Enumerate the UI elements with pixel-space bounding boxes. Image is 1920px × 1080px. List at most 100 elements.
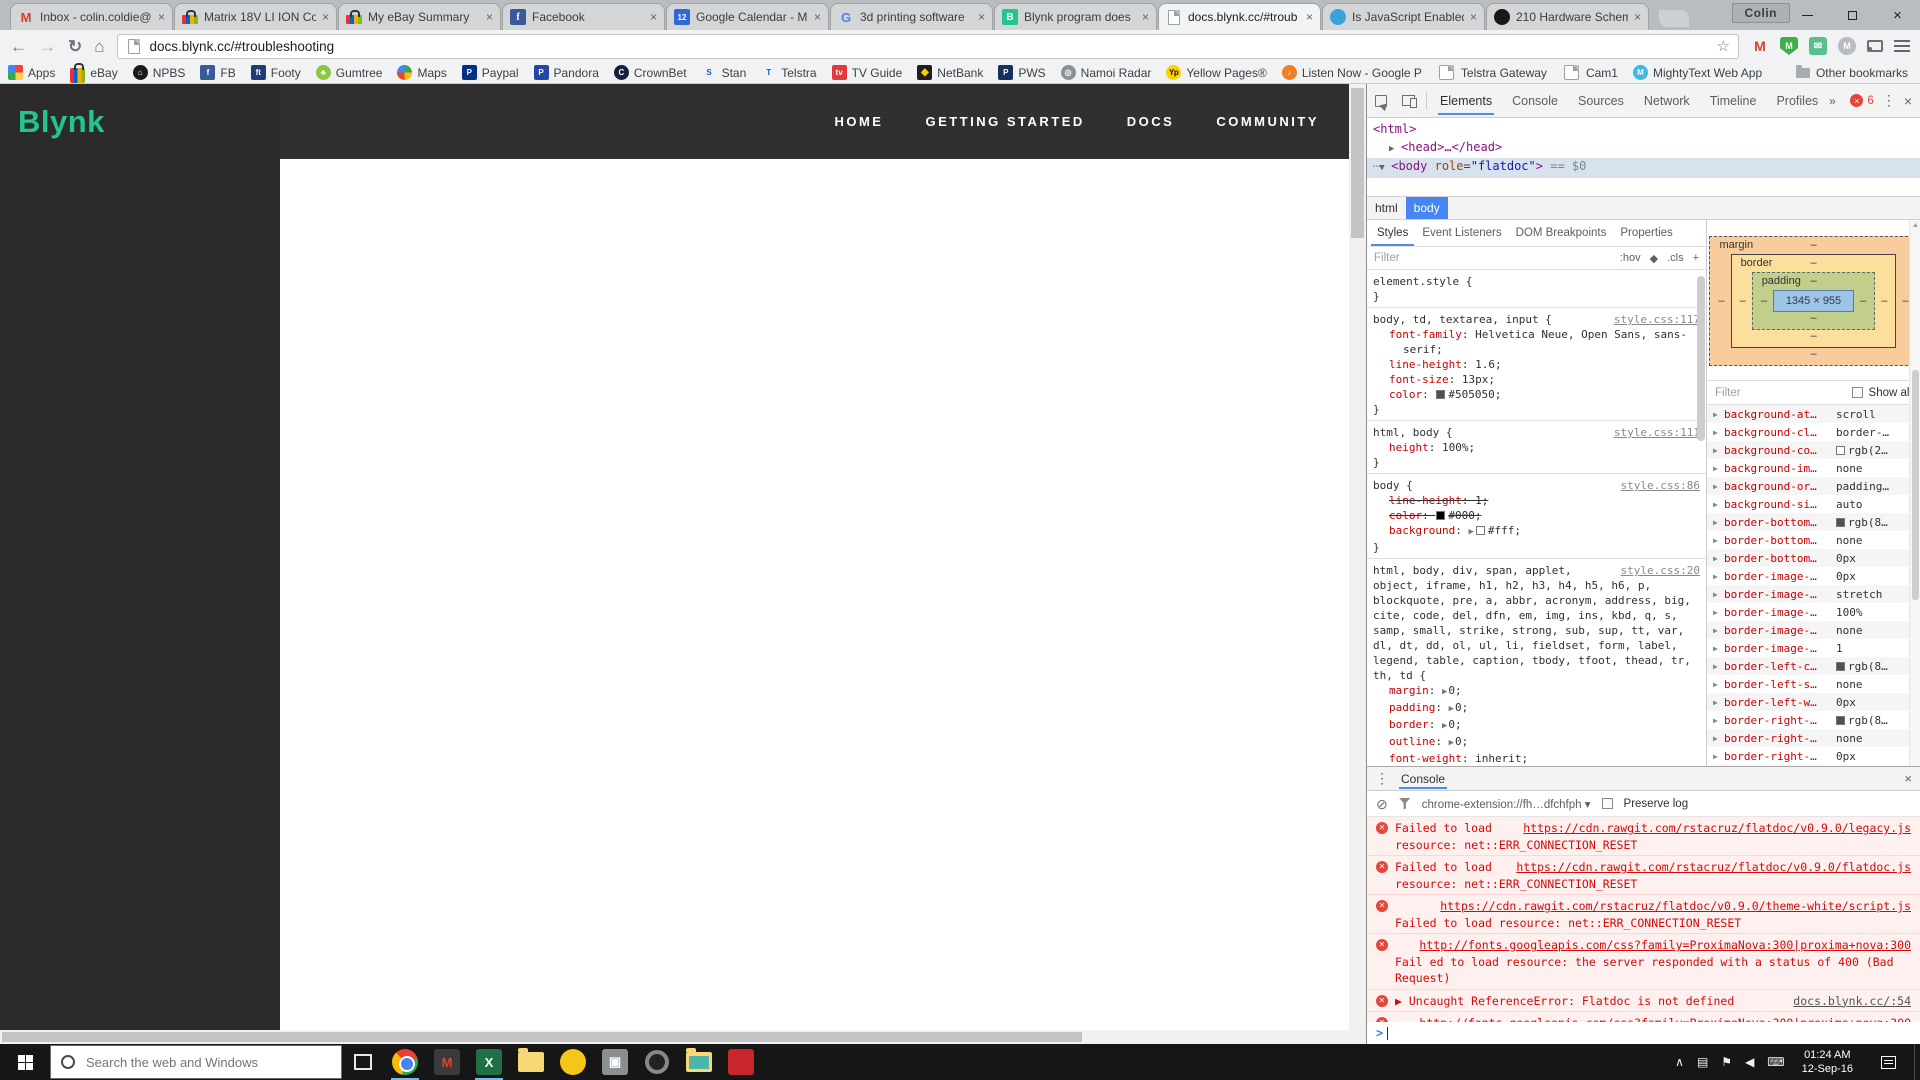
bookmark-item[interactable]: T Telstra bbox=[761, 65, 816, 80]
breadcrumb-item[interactable]: body bbox=[1406, 197, 1448, 219]
browser-tab[interactable]: 12 Google Calendar - M × bbox=[666, 3, 829, 30]
computed-property-row[interactable]: ▶ border-right-… rgb(8… bbox=[1707, 711, 1909, 729]
expand-arrow-icon[interactable]: ▶ bbox=[1713, 572, 1724, 581]
bookmark-item[interactable]: ♣ Gumtree bbox=[316, 65, 383, 80]
site-nav-link[interactable]: COMMUNITY bbox=[1216, 114, 1319, 129]
devtools-tab[interactable]: Console bbox=[1510, 86, 1560, 115]
computed-scrollbar[interactable]: ▲ bbox=[1909, 220, 1920, 766]
css-rule[interactable]: style.css:86body { line-height: 1; color… bbox=[1367, 474, 1706, 559]
shield-extension-icon[interactable]: M bbox=[1780, 37, 1798, 55]
mightytext-extension-icon[interactable]: M bbox=[1838, 37, 1856, 55]
console-source-link[interactable]: https://cdn.rawgit.com/rstacruz/flatdoc/… bbox=[1516, 859, 1911, 876]
computed-property-row[interactable]: ▶ border-image-… none bbox=[1707, 621, 1909, 639]
computed-property-row[interactable]: ▶ background-cl… border-… bbox=[1707, 423, 1909, 441]
expand-arrow-icon[interactable]: ▶ bbox=[1713, 446, 1724, 455]
new-tab-button[interactable] bbox=[1659, 10, 1689, 27]
computed-property-row[interactable]: ▶ border-left-s… none bbox=[1707, 675, 1909, 693]
filter-icon[interactable] bbox=[1399, 798, 1411, 810]
computed-property-row[interactable]: ▶ border-bottom… 0px bbox=[1707, 549, 1909, 567]
address-bar[interactable]: docs.blynk.cc/#troubleshooting ☆ bbox=[117, 34, 1739, 59]
expand-arrow-icon[interactable]: ▶ bbox=[1713, 680, 1724, 689]
computed-property-row[interactable]: ▶ background-co… rgb(2… bbox=[1707, 441, 1909, 459]
scrollbar-thumb[interactable] bbox=[2, 1032, 1082, 1042]
expand-arrow-icon[interactable]: ▶ bbox=[1713, 482, 1724, 491]
reload-button[interactable]: ↻ bbox=[68, 38, 82, 55]
mail-extension-icon[interactable]: ✉ bbox=[1809, 37, 1827, 55]
computed-property-row[interactable]: ▶ border-image-… stretch bbox=[1707, 585, 1909, 603]
console-error-row[interactable]: ✕ http://fonts.googleapis.com/css?family… bbox=[1367, 934, 1920, 990]
page-vertical-scrollbar[interactable] bbox=[1349, 84, 1366, 1030]
bookmark-item[interactable]: Cam1 bbox=[1562, 65, 1618, 80]
bookmark-item[interactable]: ♪ Listen Now - Google P bbox=[1282, 65, 1422, 80]
bookmark-item[interactable]: Yp Yellow Pages® bbox=[1166, 65, 1266, 80]
site-nav-link[interactable]: HOME bbox=[834, 114, 883, 129]
bookmark-item[interactable]: ◆ NetBank bbox=[917, 65, 983, 80]
tab-close-icon[interactable]: × bbox=[322, 11, 329, 23]
css-property-line[interactable]: margin: ▶0; bbox=[1373, 683, 1700, 700]
devtools-tab[interactable]: Timeline bbox=[1708, 86, 1759, 115]
bookmark-item[interactable]: ⌂ NPBS bbox=[133, 65, 186, 80]
computed-property-row[interactable]: ▶ border-image-… 100% bbox=[1707, 603, 1909, 621]
color-swatch[interactable] bbox=[1476, 526, 1485, 535]
taskbar-app-button[interactable] bbox=[636, 1044, 678, 1080]
expand-arrow-icon[interactable]: ▶ bbox=[1713, 410, 1724, 419]
computed-property-row[interactable]: ▶ border-image-… 0px bbox=[1707, 567, 1909, 585]
clear-console-icon[interactable]: ⊘ bbox=[1376, 797, 1388, 811]
bookmark-item[interactable]: Telstra Gateway bbox=[1437, 65, 1547, 80]
browser-tab[interactable]: My eBay Summary × bbox=[338, 3, 501, 30]
css-property-line[interactable]: line-height: 1; bbox=[1373, 493, 1700, 508]
site-logo[interactable]: Blynk bbox=[18, 104, 105, 140]
gmail-extension-icon[interactable]: M bbox=[1751, 37, 1769, 55]
computed-property-row[interactable]: ▶ border-bottom… none bbox=[1707, 531, 1909, 549]
scrollbar-thumb[interactable] bbox=[1351, 88, 1364, 238]
css-property-line[interactable]: color: #000; bbox=[1373, 508, 1700, 523]
new-rule-button[interactable]: + bbox=[1693, 252, 1699, 264]
bookmark-item[interactable]: S Stan bbox=[702, 65, 747, 80]
bookmark-item[interactable]: P Paypal bbox=[462, 65, 519, 80]
expand-arrow-icon[interactable]: ▶ bbox=[1389, 141, 1401, 159]
styles-sidebar-tab[interactable]: Styles bbox=[1371, 220, 1414, 246]
devtools-tab[interactable]: Elements bbox=[1438, 86, 1494, 115]
browser-tab[interactable]: Matrix 18V LI ION Co × bbox=[174, 3, 337, 30]
browser-tab[interactable]: B Blynk program does × bbox=[994, 3, 1157, 30]
stylesheet-link[interactable]: style.css:117 bbox=[1614, 312, 1700, 327]
color-swatch[interactable] bbox=[1436, 390, 1445, 399]
tab-close-icon[interactable]: × bbox=[158, 11, 165, 23]
styles-filter-input[interactable]: Filter bbox=[1374, 252, 1611, 264]
box-model-content[interactable]: 1345 × 955 bbox=[1773, 290, 1854, 312]
devtools-tab[interactable]: Sources bbox=[1576, 86, 1626, 115]
expand-arrow-icon[interactable]: ▶ bbox=[1713, 590, 1724, 599]
bookmark-item[interactable]: P Pandora bbox=[534, 65, 599, 80]
expand-arrow-icon[interactable]: ▶ bbox=[1713, 662, 1724, 671]
devtools-menu-icon[interactable]: ⋮ bbox=[1882, 92, 1896, 109]
box-model-border[interactable]: border– – padding– – 1345 × 955 – – bbox=[1731, 254, 1897, 348]
bookmark-item[interactable]: P PWS bbox=[998, 65, 1045, 80]
expand-arrow-icon[interactable]: ▶ bbox=[1713, 752, 1724, 761]
show-desktop-button[interactable] bbox=[1914, 1044, 1920, 1080]
task-view-button[interactable] bbox=[342, 1044, 384, 1080]
scrollbar-up-arrow[interactable]: ▲ bbox=[1912, 222, 1919, 229]
tab-close-icon[interactable]: × bbox=[650, 11, 657, 23]
expand-arrow-icon[interactable]: ▶ bbox=[1713, 734, 1724, 743]
execution-context-selector[interactable]: chrome-extension://fh…dfchfph ▾ bbox=[1422, 797, 1591, 811]
console-source-link[interactable]: docs.blynk.cc/:54 bbox=[1793, 993, 1911, 1010]
drawer-menu-icon[interactable]: ⋮ bbox=[1375, 770, 1389, 787]
action-center-button[interactable] bbox=[1870, 1056, 1906, 1069]
taskbar-app-button[interactable] bbox=[552, 1044, 594, 1080]
breadcrumb-item[interactable]: html bbox=[1367, 197, 1406, 219]
computed-property-row[interactable]: ▶ border-right-… 0px bbox=[1707, 747, 1909, 765]
css-property-line[interactable]: outline: ▶0; bbox=[1373, 734, 1700, 751]
styles-sidebar-tab[interactable]: Properties bbox=[1614, 220, 1678, 246]
tab-close-icon[interactable]: × bbox=[1470, 11, 1477, 23]
console-error-row[interactable]: ✕ https://cdn.rawgit.com/rstacruz/flatdo… bbox=[1367, 895, 1920, 934]
tray-icon[interactable]: ∧ bbox=[1675, 1056, 1684, 1068]
expand-arrow-icon[interactable]: ▶ bbox=[1713, 626, 1724, 635]
taskbar-app-button[interactable]: M bbox=[426, 1044, 468, 1080]
show-all-checkbox[interactable] bbox=[1852, 387, 1863, 398]
url-text[interactable]: docs.blynk.cc/#troubleshooting bbox=[150, 39, 1709, 54]
color-swatch[interactable] bbox=[1436, 511, 1445, 520]
expand-arrow-icon[interactable]: ▶ bbox=[1713, 554, 1724, 563]
css-property-line[interactable]: font-family: Helvetica Neue, Open Sans, … bbox=[1373, 327, 1700, 357]
tray-icon[interactable]: ⚑ bbox=[1721, 1056, 1732, 1068]
expand-arrow-icon[interactable]: ▶ bbox=[1713, 698, 1724, 707]
